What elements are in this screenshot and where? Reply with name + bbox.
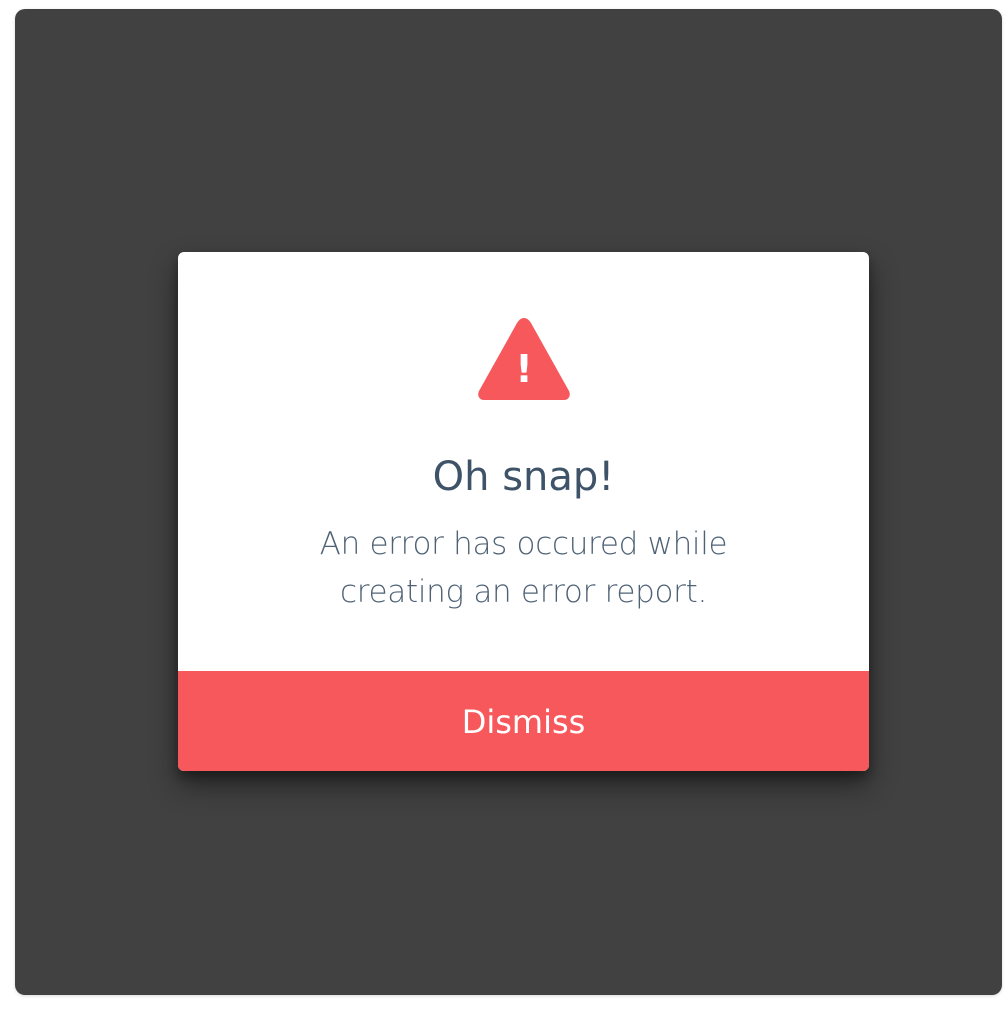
dialog-message: An error has occured while creating an e… <box>278 520 769 616</box>
warning-triangle-svg: ! <box>478 318 570 400</box>
dialog-message-line-2: creating an error report. <box>339 574 708 610</box>
dialog-title: Oh snap! <box>432 454 615 500</box>
error-dialog: ! Oh snap! An error has occured while cr… <box>178 252 869 771</box>
warning-triangle-icon: ! <box>474 314 574 404</box>
exclamation-mark: ! <box>515 347 532 391</box>
dismiss-button[interactable]: Dismiss <box>178 671 869 771</box>
dialog-message-line-1: An error has occured while <box>319 526 728 562</box>
modal-backdrop: ! Oh snap! An error has occured while cr… <box>15 9 1002 995</box>
